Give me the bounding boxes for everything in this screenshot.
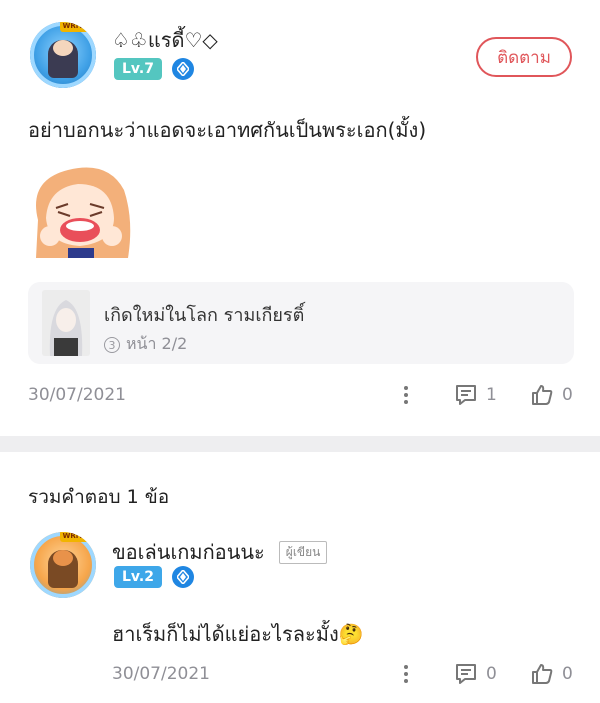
replies-header: รวมคำตอบ 1 ข้อ (28, 486, 170, 508)
reply-date: 30/07/2021 (112, 664, 210, 684)
post-like-count: 0 (562, 385, 573, 405)
reply-text: ฮาเร็มก็ไม่ได้แย่อะไรละมั้ง🤔 (112, 622, 364, 646)
novel-cover-image (42, 290, 90, 356)
novel-title: เกิดใหม่ในโลก รามเกียรติ์ (104, 305, 305, 326)
diamond-verified-icon (172, 566, 194, 588)
speech-bubble-icon (456, 385, 476, 405)
sticker-image (28, 160, 134, 258)
reply-author-avatar[interactable]: WRITER (30, 532, 96, 598)
post-like-button[interactable]: 0 (530, 383, 573, 407)
reply-like-count: 0 (562, 664, 573, 684)
reply-author-row: ขอเล่นเกมก่อนนะ ผู้เขียน (112, 536, 328, 568)
author-tag-badge: ผู้เขียน (278, 540, 328, 564)
vertical-dots-icon[interactable] (398, 384, 414, 406)
post-author-name[interactable]: ♤♧แรดี้♡◇ (112, 24, 218, 56)
reply-like-button[interactable]: 0 (530, 662, 573, 686)
follow-button[interactable]: ติดตาม (476, 37, 572, 77)
reply-author-level-badge: Lv.2 (114, 566, 162, 588)
post-author-avatar[interactable]: WRITER (30, 22, 96, 88)
speech-bubble-icon (456, 664, 476, 684)
post-date: 30/07/2021 (28, 385, 126, 405)
avatar-writer-banner: WRITER (60, 532, 96, 542)
diamond-verified-icon (172, 58, 194, 80)
post-comment-button[interactable]: 1 (454, 383, 497, 407)
vertical-dots-icon[interactable] (398, 663, 414, 685)
avatar-writer-banner: WRITER (60, 22, 96, 32)
thumbs-up-icon (532, 664, 553, 684)
novel-chapter-info: 3 หน้า 2/2 (104, 332, 187, 357)
post-reply-count: 1 (486, 385, 497, 405)
section-divider (0, 436, 600, 452)
post-author-level-badge: Lv.7 (114, 58, 162, 80)
reply-author-name[interactable]: ขอเล่นเกมก่อนนะ (112, 536, 265, 568)
novel-link-card[interactable]: เกิดใหม่ในโลก รามเกียรติ์ 3 หน้า 2/2 (28, 282, 574, 364)
thumbs-up-icon (532, 385, 553, 405)
reply-comment-button[interactable]: 0 (454, 662, 497, 686)
novel-page-label: หน้า 2/2 (126, 334, 188, 353)
chapter-number-icon: 3 (104, 336, 120, 353)
post-text: อย่าบอกนะว่าแอดจะเอาทศกันเป็นพระเอก(มั้ง… (28, 118, 427, 142)
reply-reply-count: 0 (486, 664, 497, 684)
